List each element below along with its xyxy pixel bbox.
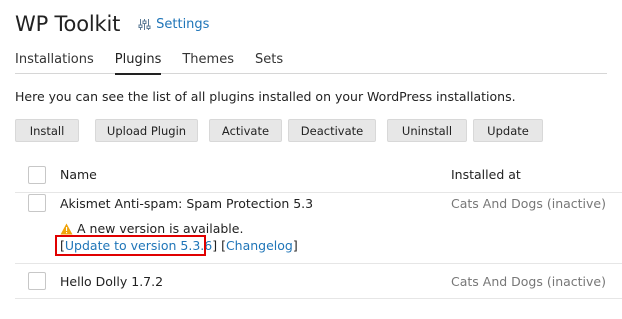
install-button[interactable]: Install xyxy=(15,119,79,142)
settings-link[interactable]: Settings xyxy=(138,17,209,32)
warning-icon xyxy=(60,223,73,234)
plugin-name: Akismet Anti-spam: Spam Protection 5.3 xyxy=(60,196,314,211)
table-row: Akismet Anti-spam: Spam Protection 5.3 C… xyxy=(15,193,622,264)
table-header-row: Name Installed at xyxy=(15,157,622,193)
settings-sliders-icon xyxy=(138,18,151,30)
bracket: ] xyxy=(292,238,298,253)
tab-sets[interactable]: Sets xyxy=(255,52,283,74)
update-links: [Update to version 5.3.6] [Changelog] xyxy=(60,238,298,253)
plugins-table: Name Installed at Akismet Anti-spam: Spa… xyxy=(15,157,622,299)
upload-plugin-button[interactable]: Upload Plugin xyxy=(95,119,198,142)
installed-at-value: Cats And Dogs (inactive) xyxy=(451,196,606,211)
column-header-installed-at: Installed at xyxy=(451,167,521,182)
changelog-link[interactable]: Changelog xyxy=(226,238,293,253)
column-header-name: Name xyxy=(60,167,97,182)
tab-plugins[interactable]: Plugins xyxy=(114,52,161,75)
page-header: WP Toolkit Settings xyxy=(15,12,209,36)
uninstall-button[interactable]: Uninstall xyxy=(387,119,467,142)
row-checkbox[interactable] xyxy=(28,194,46,212)
table-row: Hello Dolly 1.7.2 Cats And Dogs (inactiv… xyxy=(15,264,622,299)
update-notice-text: A new version is available. xyxy=(77,221,244,236)
row-checkbox[interactable] xyxy=(28,272,46,290)
page-title: WP Toolkit xyxy=(15,12,121,36)
tab-themes[interactable]: Themes xyxy=(182,52,234,74)
update-notice: A new version is available. xyxy=(60,221,243,236)
bracket: ] [ xyxy=(212,238,226,253)
select-all-checkbox[interactable] xyxy=(28,166,46,184)
plugin-toolbar: Install Upload Plugin Activate Deactivat… xyxy=(15,119,549,142)
deactivate-button[interactable]: Deactivate xyxy=(288,119,376,142)
installed-at-value: Cats And Dogs (inactive) xyxy=(451,274,606,289)
activate-button[interactable]: Activate xyxy=(209,119,282,142)
plugin-name: Hello Dolly 1.7.2 xyxy=(60,274,164,289)
tab-installations[interactable]: Installations xyxy=(15,52,94,74)
settings-link-label: Settings xyxy=(156,16,210,32)
tab-bar: Installations Plugins Themes Sets xyxy=(15,52,607,75)
page-description: Here you can see the list of all plugins… xyxy=(15,89,516,104)
update-to-version-link[interactable]: Update to version 5.3.6 xyxy=(65,238,212,253)
update-button[interactable]: Update xyxy=(473,119,543,142)
